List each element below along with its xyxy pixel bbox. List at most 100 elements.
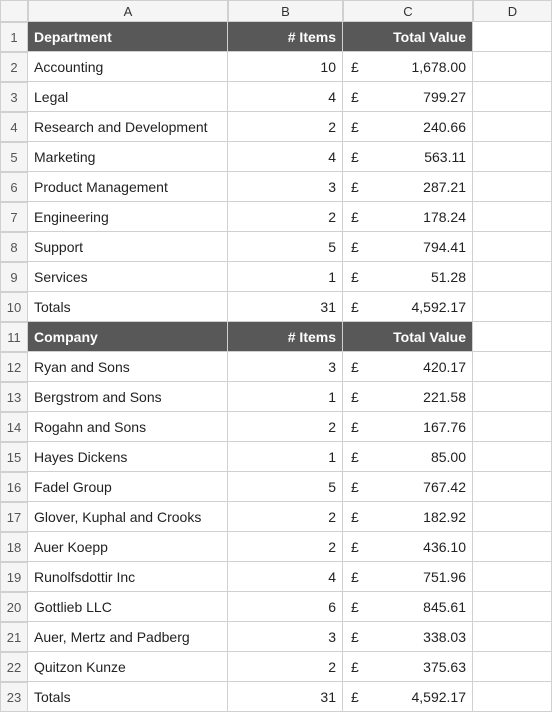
cell-dept-value[interactable]: £1,678.00 [343, 52, 473, 82]
cell-company-value[interactable]: £436.10 [343, 532, 473, 562]
cell-dept-items[interactable]: 4 [228, 82, 343, 112]
cell-company-items[interactable]: 2 [228, 502, 343, 532]
header-company-col3[interactable]: Total Value [343, 322, 473, 352]
cell-company-name[interactable]: Glover, Kuphal and Crooks [28, 502, 228, 532]
row-header-14[interactable]: 14 [0, 412, 28, 442]
column-header-c[interactable]: C [343, 0, 473, 22]
empty-cell[interactable] [473, 142, 552, 172]
row-header-20[interactable]: 20 [0, 592, 28, 622]
row-header-12[interactable]: 12 [0, 352, 28, 382]
cell-dept-items[interactable]: 5 [228, 232, 343, 262]
cell-company-name[interactable]: Gottlieb LLC [28, 592, 228, 622]
header-dept-col1[interactable]: Department [28, 22, 228, 52]
row-header-19[interactable]: 19 [0, 562, 28, 592]
cell-dept-value[interactable]: £563.11 [343, 142, 473, 172]
cell-company-items[interactable]: 3 [228, 352, 343, 382]
cell-company-items[interactable]: 2 [228, 652, 343, 682]
empty-cell[interactable] [473, 532, 552, 562]
row-header-23[interactable]: 23 [0, 682, 28, 712]
cell-company-items[interactable]: 2 [228, 532, 343, 562]
totals-dept-items[interactable]: 31 [228, 292, 343, 322]
cell-dept-value[interactable]: £51.28 [343, 262, 473, 292]
row-header-9[interactable]: 9 [0, 262, 28, 292]
row-header-3[interactable]: 3 [0, 82, 28, 112]
cell-company-value[interactable]: £182.92 [343, 502, 473, 532]
totals-company-label[interactable]: Totals [28, 682, 228, 712]
cell-company-items[interactable]: 4 [228, 562, 343, 592]
cell-dept-name[interactable]: Product Management [28, 172, 228, 202]
cell-dept-name[interactable]: Engineering [28, 202, 228, 232]
cell-company-name[interactable]: Hayes Dickens [28, 442, 228, 472]
empty-cell[interactable] [473, 232, 552, 262]
empty-cell[interactable] [473, 202, 552, 232]
row-header-15[interactable]: 15 [0, 442, 28, 472]
cell-dept-items[interactable]: 3 [228, 172, 343, 202]
empty-cell[interactable] [473, 52, 552, 82]
totals-company-items[interactable]: 31 [228, 682, 343, 712]
cell-company-value[interactable]: £85.00 [343, 442, 473, 472]
cell-company-name[interactable]: Ryan and Sons [28, 352, 228, 382]
cell-company-value[interactable]: £221.58 [343, 382, 473, 412]
cell-dept-value[interactable]: £794.41 [343, 232, 473, 262]
header-company-col2[interactable]: # Items [228, 322, 343, 352]
cell-dept-name[interactable]: Research and Development [28, 112, 228, 142]
row-header-4[interactable]: 4 [0, 112, 28, 142]
header-dept-col2[interactable]: # Items [228, 22, 343, 52]
cell-company-items[interactable]: 1 [228, 382, 343, 412]
totals-dept-label[interactable]: Totals [28, 292, 228, 322]
column-header-a[interactable]: A [28, 0, 228, 22]
empty-cell[interactable] [473, 562, 552, 592]
empty-cell[interactable] [473, 172, 552, 202]
cell-dept-items[interactable]: 2 [228, 202, 343, 232]
cell-company-value[interactable]: £751.96 [343, 562, 473, 592]
empty-cell[interactable] [473, 352, 552, 382]
cell-dept-name[interactable]: Support [28, 232, 228, 262]
cell-dept-value[interactable]: £240.66 [343, 112, 473, 142]
cell-dept-items[interactable]: 1 [228, 262, 343, 292]
row-header-6[interactable]: 6 [0, 172, 28, 202]
empty-cell[interactable] [473, 682, 552, 712]
totals-dept-value[interactable]: £4,592.17 [343, 292, 473, 322]
spreadsheet-grid[interactable]: ABCD1Department# ItemsTotal Value2Accoun… [0, 0, 552, 712]
cell-company-items[interactable]: 2 [228, 412, 343, 442]
empty-cell[interactable] [473, 82, 552, 112]
cell-company-name[interactable]: Auer Koepp [28, 532, 228, 562]
header-company-col1[interactable]: Company [28, 322, 228, 352]
row-header-16[interactable]: 16 [0, 472, 28, 502]
cell-company-value[interactable]: £845.61 [343, 592, 473, 622]
row-header-10[interactable]: 10 [0, 292, 28, 322]
cell-company-name[interactable]: Fadel Group [28, 472, 228, 502]
cell-company-items[interactable]: 1 [228, 442, 343, 472]
empty-cell[interactable] [473, 262, 552, 292]
cell-dept-items[interactable]: 10 [228, 52, 343, 82]
cell-dept-name[interactable]: Accounting [28, 52, 228, 82]
empty-cell[interactable] [473, 22, 552, 52]
cell-dept-name[interactable]: Legal [28, 82, 228, 112]
row-header-17[interactable]: 17 [0, 502, 28, 532]
row-header-18[interactable]: 18 [0, 532, 28, 562]
cell-dept-value[interactable]: £178.24 [343, 202, 473, 232]
totals-company-value[interactable]: £4,592.17 [343, 682, 473, 712]
empty-cell[interactable] [473, 382, 552, 412]
empty-cell[interactable] [473, 502, 552, 532]
column-header-d[interactable]: D [473, 0, 552, 22]
select-all-corner[interactable] [0, 0, 28, 22]
cell-dept-name[interactable]: Services [28, 262, 228, 292]
cell-dept-value[interactable]: £799.27 [343, 82, 473, 112]
cell-company-name[interactable]: Bergstrom and Sons [28, 382, 228, 412]
cell-company-items[interactable]: 3 [228, 622, 343, 652]
row-header-5[interactable]: 5 [0, 142, 28, 172]
row-header-13[interactable]: 13 [0, 382, 28, 412]
row-header-1[interactable]: 1 [0, 22, 28, 52]
empty-cell[interactable] [473, 592, 552, 622]
empty-cell[interactable] [473, 292, 552, 322]
empty-cell[interactable] [473, 112, 552, 142]
empty-cell[interactable] [473, 472, 552, 502]
cell-company-name[interactable]: Quitzon Kunze [28, 652, 228, 682]
cell-company-value[interactable]: £375.63 [343, 652, 473, 682]
cell-company-value[interactable]: £167.76 [343, 412, 473, 442]
cell-dept-value[interactable]: £287.21 [343, 172, 473, 202]
row-header-21[interactable]: 21 [0, 622, 28, 652]
row-header-2[interactable]: 2 [0, 52, 28, 82]
row-header-11[interactable]: 11 [0, 322, 28, 352]
